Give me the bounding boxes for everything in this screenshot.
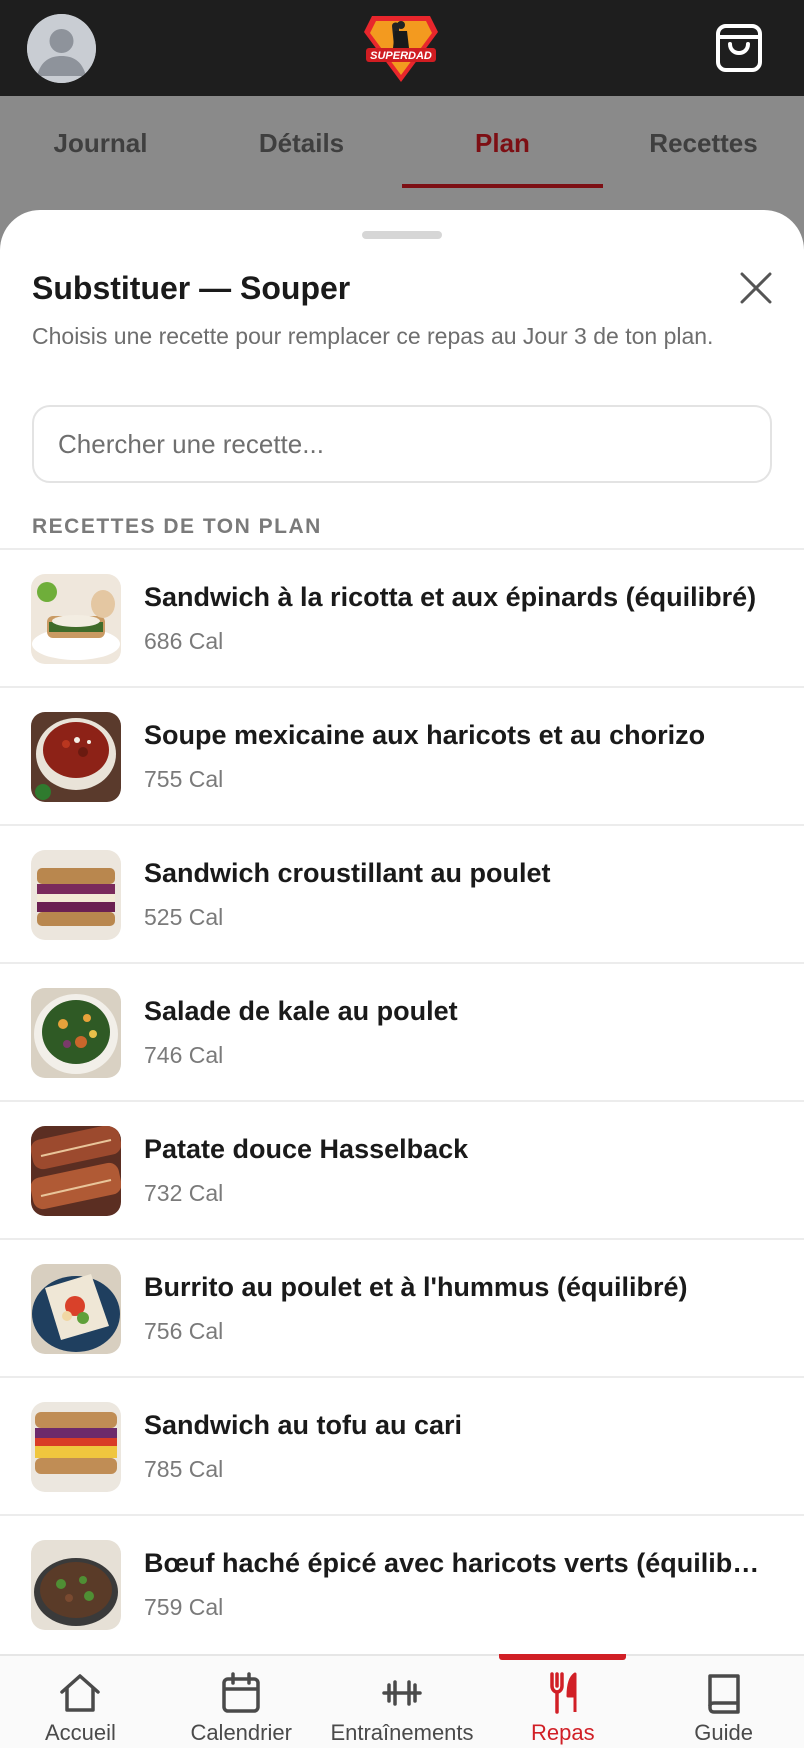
recipe-thumbnail — [31, 1264, 121, 1354]
recipe-thumbnail — [31, 988, 121, 1078]
recipe-thumbnail — [31, 1126, 121, 1216]
tab-journal[interactable]: Journal — [0, 96, 201, 190]
recipe-name: Bœuf haché épicé avec haricots verts (éq… — [144, 1548, 764, 1578]
nav-item-accueil[interactable]: Accueil — [0, 1656, 161, 1748]
recipe-name: Salade de kale au poulet — [144, 996, 458, 1026]
recipe-calories: 756 Cal — [144, 1318, 224, 1344]
recipe-list: Sandwich à la ricotta et aux épinards (é… — [0, 548, 804, 1652]
recipe-item[interactable]: Sandwich croustillant au poulet 525 Cal — [0, 824, 804, 962]
recipe-item[interactable]: Sandwich au tofu au cari 785 Cal — [0, 1376, 804, 1514]
nav-label: Guide — [694, 1720, 753, 1745]
sheet-grabber[interactable] — [362, 231, 442, 239]
recipe-item[interactable]: Burrito au poulet et à l'hummus (équilib… — [0, 1238, 804, 1376]
recipe-item[interactable]: Soupe mexicaine aux haricots et au chori… — [0, 686, 804, 824]
tab-plan[interactable]: Plan — [402, 96, 603, 190]
recipe-thumbnail — [31, 712, 121, 802]
substitute-sheet: Substituer — Souper Choisis une recette … — [0, 210, 804, 1660]
user-avatar-icon[interactable] — [27, 14, 96, 83]
book-icon — [707, 1674, 740, 1714]
sheet-subtitle: Choisis une recette pour remplacer ce re… — [32, 323, 714, 349]
recipe-name: Burrito au poulet et à l'hummus (équilib… — [144, 1272, 688, 1302]
recipe-calories: 686 Cal — [144, 628, 224, 654]
recipe-item[interactable]: Sandwich à la ricotta et aux épinards (é… — [0, 548, 804, 686]
recipe-thumbnail — [31, 574, 121, 664]
nav-label: Calendrier — [190, 1720, 292, 1745]
nav-label: Repas — [530, 1720, 595, 1745]
dumbbell-icon — [382, 1680, 422, 1706]
recipe-name: Sandwich à la ricotta et aux épinards (é… — [144, 582, 757, 612]
recipe-calories: 525 Cal — [144, 904, 224, 930]
fork-knife-icon — [550, 1672, 577, 1714]
sheet-title: Substituer — Souper — [32, 270, 351, 306]
recipe-calories: 746 Cal — [144, 1042, 224, 1068]
shopping-bag-icon[interactable] — [714, 22, 764, 74]
recipe-calories: 759 Cal — [144, 1594, 224, 1620]
nav-item-guide[interactable]: Guide — [643, 1656, 804, 1748]
recipe-calories: 732 Cal — [144, 1180, 224, 1206]
recipe-calories: 755 Cal — [144, 766, 224, 792]
recipe-item[interactable]: Bœuf haché épicé avec haricots verts (éq… — [0, 1514, 804, 1652]
nav-item-entrainements[interactable]: Entraînements — [322, 1656, 483, 1748]
nav-label: Entraînements — [330, 1720, 474, 1745]
recipe-search-input[interactable] — [32, 405, 772, 483]
recipe-name: Sandwich au tofu au cari — [144, 1410, 463, 1440]
home-icon — [60, 1674, 101, 1712]
bottom-navigation: Accueil Calendrier Entraînements Repas G… — [0, 1654, 804, 1748]
recipe-thumbnail — [31, 1402, 121, 1492]
nav-label: Accueil — [44, 1720, 116, 1745]
recipe-name: Patate douce Hasselback — [144, 1134, 469, 1164]
recipe-item[interactable]: Salade de kale au poulet 746 Cal — [0, 962, 804, 1100]
close-icon[interactable] — [738, 270, 774, 306]
recipe-thumbnail — [31, 1540, 121, 1630]
logo-text: SUPERDAD — [370, 50, 432, 62]
recipe-item[interactable]: Patate douce Hasselback 732 Cal — [0, 1100, 804, 1238]
plan-tabs: Journal Détails Plan Recettes — [0, 96, 804, 190]
tab-recettes[interactable]: Recettes — [603, 96, 804, 190]
recipe-calories: 785 Cal — [144, 1456, 224, 1482]
recipe-thumbnail — [31, 850, 121, 940]
top-app-bar: SUPERDAD — [0, 0, 804, 96]
recipe-name: Soupe mexicaine aux haricots et au chori… — [144, 720, 706, 750]
tab-details[interactable]: Détails — [201, 96, 402, 190]
nav-item-repas[interactable]: Repas — [482, 1654, 643, 1748]
nav-item-calendrier[interactable]: Calendrier — [161, 1656, 322, 1748]
superdad-logo: SUPERDAD — [362, 12, 440, 84]
calendar-icon — [222, 1672, 260, 1713]
recipe-name: Sandwich croustillant au poulet — [144, 858, 551, 888]
section-label: RECETTES DE TON PLAN — [32, 515, 322, 538]
